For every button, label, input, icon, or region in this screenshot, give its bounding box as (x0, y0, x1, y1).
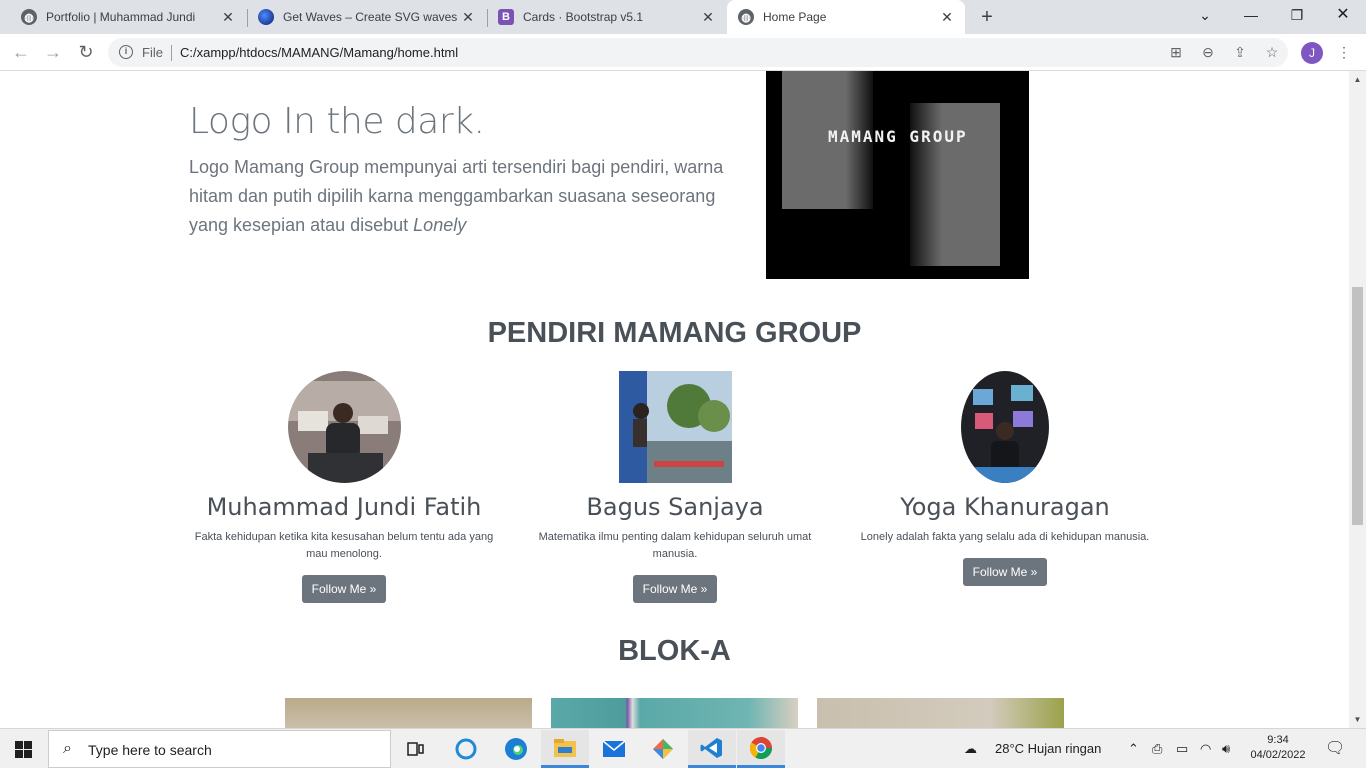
founder-name: Yoga Khanuragan (900, 493, 1110, 521)
taskbar-clock[interactable]: 9:34 04/02/2022 (1248, 733, 1308, 763)
cortana-icon[interactable] (442, 730, 490, 768)
colorful-app-icon[interactable] (639, 730, 687, 768)
tab-strip: ◍ Portfolio | Muhammad Jundi ✕ Get Waves… (0, 0, 1366, 34)
weather-icon[interactable]: ☁ (964, 741, 977, 757)
zoom-icon[interactable]: ⊖ (1199, 43, 1217, 61)
tab-bootstrap[interactable]: B Cards · Bootstrap v5.1 ✕ (488, 0, 726, 34)
logo-text: MAMANG GROUP (828, 127, 968, 146)
blok-image (551, 698, 798, 728)
reload-icon[interactable]: ↻ (74, 40, 98, 64)
follow-me-button[interactable]: Follow Me » (632, 575, 718, 603)
volume-icon[interactable]: 🔊︎ (1222, 741, 1230, 757)
page-viewport: Logo In the dark. Logo Mamang Group memp… (0, 71, 1349, 728)
blok-image (817, 698, 1064, 728)
clock-date: 04/02/2022 (1250, 749, 1306, 761)
founder-photo (618, 371, 732, 483)
tab-home-page[interactable]: ◍ Home Page ✕ (727, 0, 965, 34)
close-window-icon[interactable]: ✕ (1329, 4, 1357, 26)
close-icon[interactable]: ✕ (939, 9, 955, 25)
show-hidden-icons-chevron-icon[interactable]: ⌃ (1128, 741, 1139, 757)
address-bar[interactable]: i File C:/xampp/htdocs/MAMANG/Mamang/hom… (108, 38, 1288, 67)
logo-section-description: Logo Mamang Group mempunyai arti tersend… (189, 153, 749, 240)
search-placeholder: Type here to search (88, 742, 212, 758)
search-icon: ⌕ (63, 740, 72, 757)
weather-text[interactable]: 28°C Hujan ringan (995, 741, 1101, 756)
new-tab-icon[interactable]: + (977, 6, 997, 28)
logo-description-italic: Lonely (413, 215, 467, 235)
founders-title: PENDIRI MAMANG GROUP (487, 317, 862, 349)
tab-portfolio[interactable]: ◍ Portfolio | Muhammad Jundi ✕ (8, 0, 246, 34)
page-scrollbar[interactable]: ▲ ▼ (1349, 71, 1366, 728)
founder-card: Bagus Sanjaya Matematika ilmu penting da… (510, 371, 840, 603)
blok-image (285, 698, 532, 728)
device-icon[interactable]: ⎙ (1152, 741, 1162, 757)
tab-title: Get Waves – Create SVG waves for (283, 10, 459, 24)
scroll-up-icon[interactable]: ▲ (1352, 75, 1363, 84)
getwaves-icon (258, 9, 274, 25)
founder-card: Yoga Khanuragan Lonely adalah fakta yang… (840, 371, 1170, 586)
globe-icon: ◍ (738, 9, 754, 25)
task-view-icon[interactable] (392, 730, 440, 768)
windows-start-icon[interactable] (15, 741, 33, 759)
share-icon[interactable]: ⇪ (1231, 43, 1249, 61)
founder-photo (961, 371, 1049, 483)
clock-time: 9:34 (1267, 734, 1289, 746)
close-icon[interactable]: ✕ (220, 9, 236, 25)
founder-name: Muhammad Jundi Fatih (206, 493, 482, 521)
menu-icon[interactable]: ⋮ (1335, 43, 1353, 61)
taskbar-search-box[interactable]: ⌕ Type here to search (48, 730, 391, 768)
back-icon[interactable]: ← (9, 40, 33, 64)
restore-icon[interactable]: ❐ (1283, 4, 1311, 26)
browser-toolbar: ← → ↻ i File C:/xampp/htdocs/MAMANG/Mama… (0, 34, 1366, 71)
edge-icon[interactable] (492, 730, 540, 768)
profile-avatar[interactable]: J (1301, 42, 1323, 64)
logo-section-title: Logo In the dark. (189, 101, 485, 142)
bookmark-star-icon[interactable]: ☆ (1263, 43, 1281, 61)
follow-me-button[interactable]: Follow Me » (962, 558, 1048, 586)
translate-icon[interactable]: ⊞ (1167, 43, 1185, 61)
close-icon[interactable]: ✕ (700, 9, 716, 25)
founder-photo (287, 371, 401, 483)
founder-name: Bagus Sanjaya (586, 493, 764, 521)
vscode-icon[interactable] (688, 730, 736, 768)
bootstrap-icon: B (498, 9, 514, 25)
close-icon[interactable]: ✕ (460, 9, 476, 25)
founder-description: Lonely adalah fakta yang selalu ada di k… (860, 531, 1150, 543)
battery-icon[interactable]: ▭ (1176, 741, 1188, 757)
chrome-icon[interactable] (737, 730, 785, 768)
info-icon[interactable]: i (119, 45, 133, 59)
scrollbar-thumb[interactable] (1352, 287, 1363, 525)
minimize-icon[interactable]: — (1237, 4, 1265, 26)
file-explorer-icon[interactable] (541, 730, 589, 768)
tab-search-chevron-icon[interactable]: ⌄ (1191, 4, 1219, 26)
url-text[interactable]: C:/xampp/htdocs/MAMANG/Mamang/home.html (180, 45, 458, 60)
follow-me-button[interactable]: Follow Me » (301, 575, 387, 603)
tab-title: Home Page (763, 10, 827, 24)
founder-description: Fakta kehidupan ketika kita kesusahan be… (194, 531, 494, 560)
wifi-icon[interactable]: ◠ (1200, 741, 1211, 757)
tab-title: Portfolio | Muhammad Jundi (46, 10, 196, 24)
globe-icon: ◍ (21, 9, 37, 25)
mamang-logo-image: MAMANG GROUP (766, 71, 1029, 279)
founder-card: Muhammad Jundi Fatih Fakta kehidupan ket… (179, 371, 509, 603)
tab-title: Cards · Bootstrap v5.1 (523, 10, 644, 24)
mail-icon[interactable] (590, 730, 638, 768)
notification-icon[interactable]: 🗨︎ (1325, 738, 1345, 758)
windows-taskbar: ⌕ Type here to search ☁ 28°C Hujan ringa… (0, 728, 1366, 768)
founder-description: Matematika ilmu penting dalam kehidupan … (538, 531, 812, 560)
scheme-label: File (142, 45, 163, 60)
tab-getwaves[interactable]: Get Waves – Create SVG waves for ✕ (248, 0, 486, 34)
address-divider (171, 45, 172, 61)
scroll-down-icon[interactable]: ▼ (1352, 715, 1363, 724)
blok-title: BLOK-A (618, 635, 731, 667)
forward-icon[interactable]: → (41, 40, 65, 64)
